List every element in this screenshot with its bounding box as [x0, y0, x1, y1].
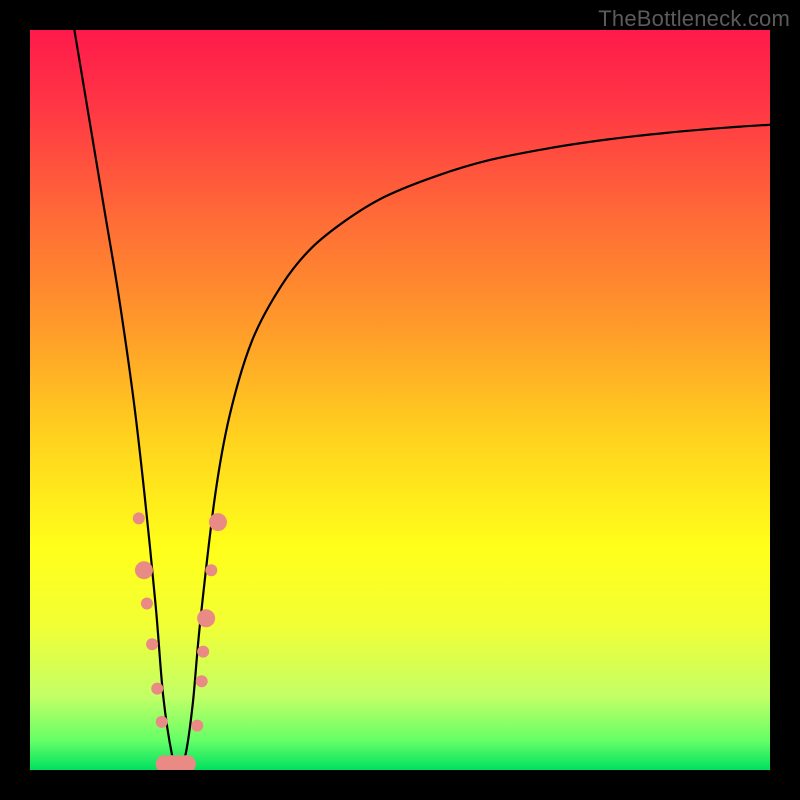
chart-frame: TheBottleneck.com — [0, 0, 800, 800]
chart-canvas — [30, 30, 770, 770]
marker-dot — [146, 638, 158, 650]
marker-dot — [196, 675, 208, 687]
marker-dot — [197, 646, 209, 658]
marker-dot — [205, 564, 217, 576]
plot-area — [30, 30, 770, 770]
chart-background — [30, 30, 770, 770]
marker-dot — [191, 720, 203, 732]
marker-dot — [133, 512, 145, 524]
marker-dot — [151, 683, 163, 695]
marker-dot — [209, 513, 227, 531]
watermark-label: TheBottleneck.com — [598, 6, 790, 32]
marker-dot — [135, 561, 153, 579]
marker-dot — [156, 716, 168, 728]
marker-dot — [197, 609, 215, 627]
marker-dot — [141, 598, 153, 610]
